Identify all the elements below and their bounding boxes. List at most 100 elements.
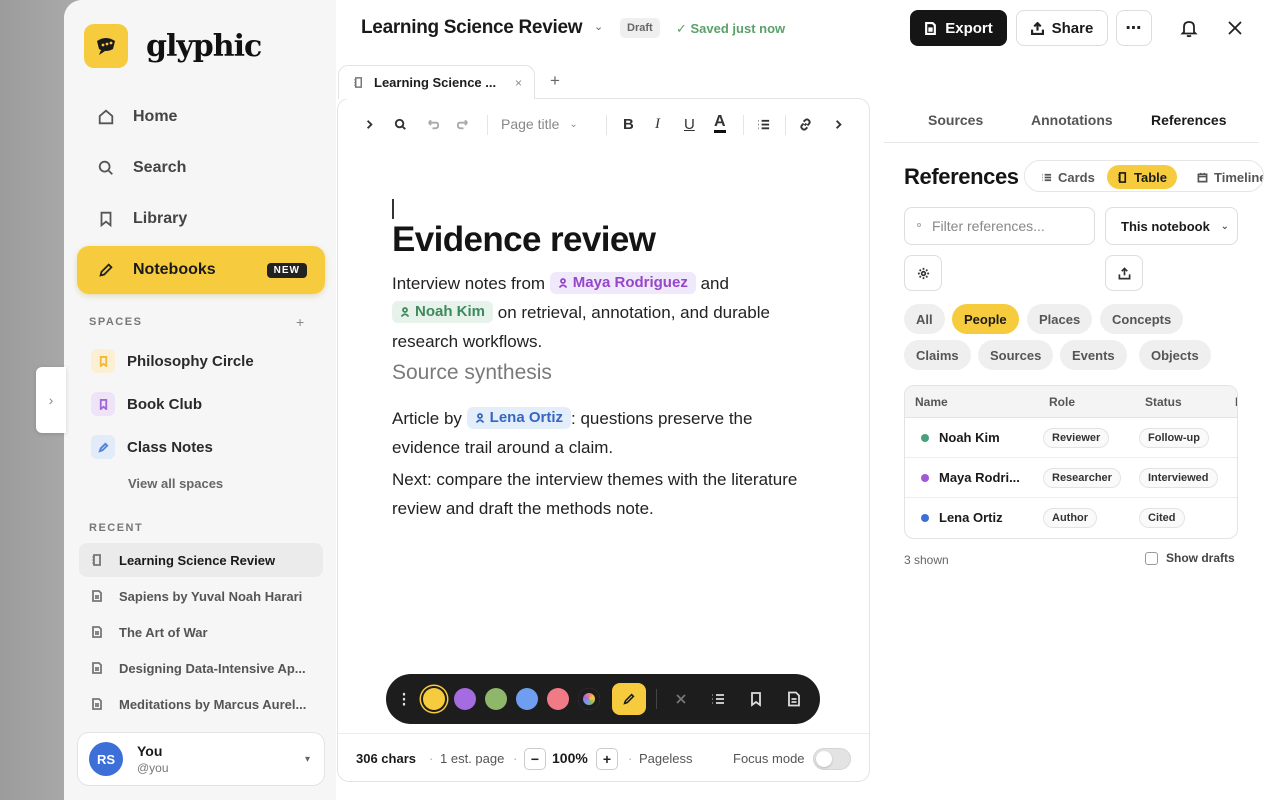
recent-item[interactable]: Learning Science Review [79, 543, 323, 577]
italic-icon[interactable]: I [655, 113, 660, 135]
filter-chip-places[interactable]: Places [1027, 304, 1093, 334]
document-icon [925, 21, 937, 35]
color-swatch-purple[interactable] [454, 688, 476, 710]
custom-color-icon[interactable] [578, 688, 600, 710]
role-pill: Author [1043, 508, 1098, 528]
share-button[interactable]: Share [1016, 10, 1108, 46]
tab-sources[interactable]: Sources [928, 112, 983, 128]
add-tab-button[interactable]: + [550, 71, 560, 91]
formatting-toolbar: Page title ⌄ B I U A [338, 99, 869, 151]
filter-chip-people[interactable]: People [952, 304, 1019, 334]
filter-chip-events[interactable]: Events [1060, 340, 1127, 370]
mention-noah-kim[interactable]: Noah Kim [392, 301, 494, 323]
drag-handle-icon[interactable] [396, 691, 412, 707]
tab-learning-science[interactable]: Learning Science ... × [338, 65, 535, 99]
filter-chip-concepts[interactable]: Concepts [1100, 304, 1184, 334]
table-row[interactable]: Noah Kim Reviewer Follow-up [905, 418, 1237, 458]
nav-item-home[interactable]: Home [77, 93, 325, 141]
text-color-icon[interactable]: A [714, 113, 726, 133]
bulleted-list-icon[interactable] [756, 113, 771, 135]
bookmark-icon [100, 211, 112, 228]
document-subheading[interactable]: Source synthesis [392, 361, 552, 385]
show-drafts-checkbox[interactable]: Show drafts [1145, 551, 1235, 565]
underline-icon[interactable]: U [684, 113, 695, 135]
color-swatch-green[interactable] [485, 688, 507, 710]
chevron-right-icon[interactable] [831, 113, 846, 135]
table-row[interactable]: Lena Ortiz Author Cited [905, 498, 1237, 538]
redo-icon[interactable] [456, 113, 471, 135]
brand[interactable]: glyphic [84, 24, 262, 68]
column-header[interactable]: Status [1145, 395, 1182, 409]
tab-references[interactable]: References [1151, 112, 1227, 128]
mention-lena-ortiz[interactable]: Lena Ortiz [466, 407, 572, 429]
view-timeline[interactable]: Timeline [1187, 165, 1263, 189]
filter-references-input[interactable] [904, 207, 1095, 245]
bookmark-icon[interactable] [748, 691, 764, 707]
space-class-notes[interactable]: Class Notes [91, 435, 213, 459]
export-button[interactable]: Export [910, 10, 1007, 46]
tab-annotations[interactable]: Annotations [1031, 112, 1113, 128]
page-title[interactable]: Learning Science Review [361, 17, 583, 39]
focus-mode-toggle[interactable] [813, 748, 851, 770]
undo-icon[interactable] [425, 113, 440, 135]
paragraph-interview-notes[interactable]: Interview notes from Maya Rodriguez and … [392, 269, 812, 356]
color-swatch-red[interactable] [547, 688, 569, 710]
recent-item[interactable]: Sapiens by Yuval Noah Harari [79, 579, 323, 613]
user-menu[interactable]: RS You @you ▾ [77, 732, 325, 786]
filter-chip-objects[interactable]: Objects [1139, 340, 1211, 370]
color-swatch-blue[interactable] [516, 688, 538, 710]
nav-item-notebooks[interactable]: Notebooks NEW [77, 246, 325, 294]
chevron-right-icon[interactable] [362, 113, 377, 135]
column-header[interactable]: Name [915, 395, 948, 409]
references-title: References [904, 164, 1019, 189]
nav-item-search[interactable]: Search [77, 144, 325, 192]
table-icon [1118, 171, 1127, 183]
document-heading[interactable]: Evidence review [392, 220, 656, 260]
color-swatch-yellow[interactable] [423, 688, 445, 710]
nav-item-library[interactable]: Library [77, 195, 325, 243]
layout-mode[interactable]: Pageless [639, 751, 692, 766]
document-icon [92, 662, 102, 674]
close-icon[interactable] [1224, 17, 1246, 39]
highlighter-button[interactable] [612, 683, 646, 715]
view-cards[interactable]: Cards [1031, 165, 1105, 189]
list-icon[interactable] [710, 691, 726, 707]
block-type-select[interactable]: Page title ⌄ [501, 113, 578, 135]
more-options-button[interactable]: ⋯ [1116, 10, 1152, 46]
document-icon[interactable] [786, 691, 802, 707]
settings-button[interactable] [904, 255, 942, 291]
table-row[interactable]: Maya Rodri... Researcher Interviewed [905, 458, 1237, 498]
export-references-button[interactable] [1105, 255, 1143, 291]
link-icon[interactable] [798, 113, 813, 135]
checkbox[interactable] [1145, 551, 1158, 565]
filter-chip-sources[interactable]: Sources [978, 340, 1054, 370]
recent-item[interactable]: The Art of War [79, 615, 323, 649]
column-header[interactable]: Role [1049, 395, 1075, 409]
filter-chip-all[interactable]: All [904, 304, 945, 334]
document-icon [92, 698, 102, 710]
chevron-down-icon[interactable]: ⌄ [594, 20, 603, 33]
search-icon[interactable] [393, 113, 408, 135]
column-header[interactable]: L [1235, 395, 1237, 409]
close-tab-icon[interactable]: × [515, 76, 522, 90]
recent-item[interactable]: Meditations by Marcus Aurel... [79, 687, 323, 721]
paragraph-next[interactable]: Next: compare the interview themes with … [392, 465, 812, 523]
expand-panel-handle[interactable]: › [36, 367, 66, 433]
text-cursor [392, 199, 394, 219]
recent-item[interactable]: Designing Data-Intensive Ap... [79, 651, 323, 685]
close-icon[interactable] [673, 691, 689, 707]
view-table[interactable]: Table [1107, 165, 1177, 189]
zoom-out-button[interactable]: − [524, 748, 546, 770]
scope-select[interactable]: This notebook ⌄ [1105, 207, 1238, 245]
filter-chip-claims[interactable]: Claims [904, 340, 971, 370]
paragraph-article[interactable]: Article by Lena Ortiz: questions preserv… [392, 404, 812, 462]
space-book-club[interactable]: Book Club [91, 392, 202, 416]
view-all-spaces-link[interactable]: View all spaces [128, 476, 223, 491]
search-icon [917, 223, 921, 227]
mention-maya-rodriguez[interactable]: Maya Rodriguez [549, 272, 696, 294]
add-space-button[interactable]: + [296, 314, 304, 330]
bell-icon[interactable] [1178, 17, 1200, 39]
zoom-in-button[interactable]: + [596, 748, 618, 770]
space-philosophy-circle[interactable]: Philosophy Circle [91, 349, 254, 373]
bold-icon[interactable]: B [623, 113, 634, 135]
